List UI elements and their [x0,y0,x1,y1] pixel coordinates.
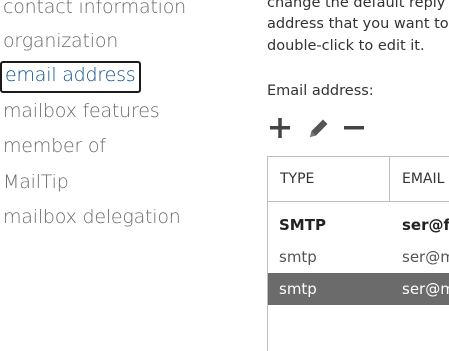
email-address-table: TYPE EMAIL SMTP ser@fo smtp ser@m smtp s… [267,156,449,351]
pencil-icon [310,119,328,137]
nav-item-email-address[interactable]: email address [0,61,142,93]
cell-type: smtp [279,248,317,266]
description-text-line-2: address that you want to [267,16,449,32]
cell-email: ser@m [402,280,449,298]
column-header-email[interactable]: EMAIL [402,157,444,201]
column-header-type[interactable]: TYPE [280,157,314,201]
email-address-panel: change the default reply address that yo… [267,0,449,351]
cell-email: ser@fo [402,216,449,234]
sidebar-nav: contact information organization email a… [0,0,200,351]
edit-email-button[interactable] [305,114,333,142]
cell-type: smtp [279,280,317,298]
remove-email-button[interactable] [341,114,369,142]
nav-item-organization[interactable]: organization [3,28,118,56]
table-row-selected[interactable]: smtp ser@m [268,273,449,305]
email-toolbar [267,114,387,142]
nav-item-mailbox-features[interactable]: mailbox features [3,98,160,126]
description-text-line-1: change the default reply [267,0,446,11]
cell-type: SMTP [279,216,326,234]
nav-item-member-of[interactable]: member of [3,133,106,161]
cell-email: ser@m [402,248,449,266]
nav-item-mailtip[interactable]: MailTip [3,169,69,197]
description-text-line-3: double-click to edit it. [267,38,425,54]
nav-item-contact-information[interactable]: contact information [3,0,186,22]
table-row[interactable]: SMTP ser@fo [268,209,449,241]
table-header: TYPE EMAIL [268,157,449,202]
column-divider [389,157,390,201]
table-row[interactable]: smtp ser@m [268,241,449,273]
nav-item-mailbox-delegation[interactable]: mailbox delegation [3,204,181,232]
add-email-button[interactable] [267,114,295,142]
minus-icon [344,126,364,130]
email-address-label: Email address: [267,83,374,99]
plus-icon [270,118,290,138]
